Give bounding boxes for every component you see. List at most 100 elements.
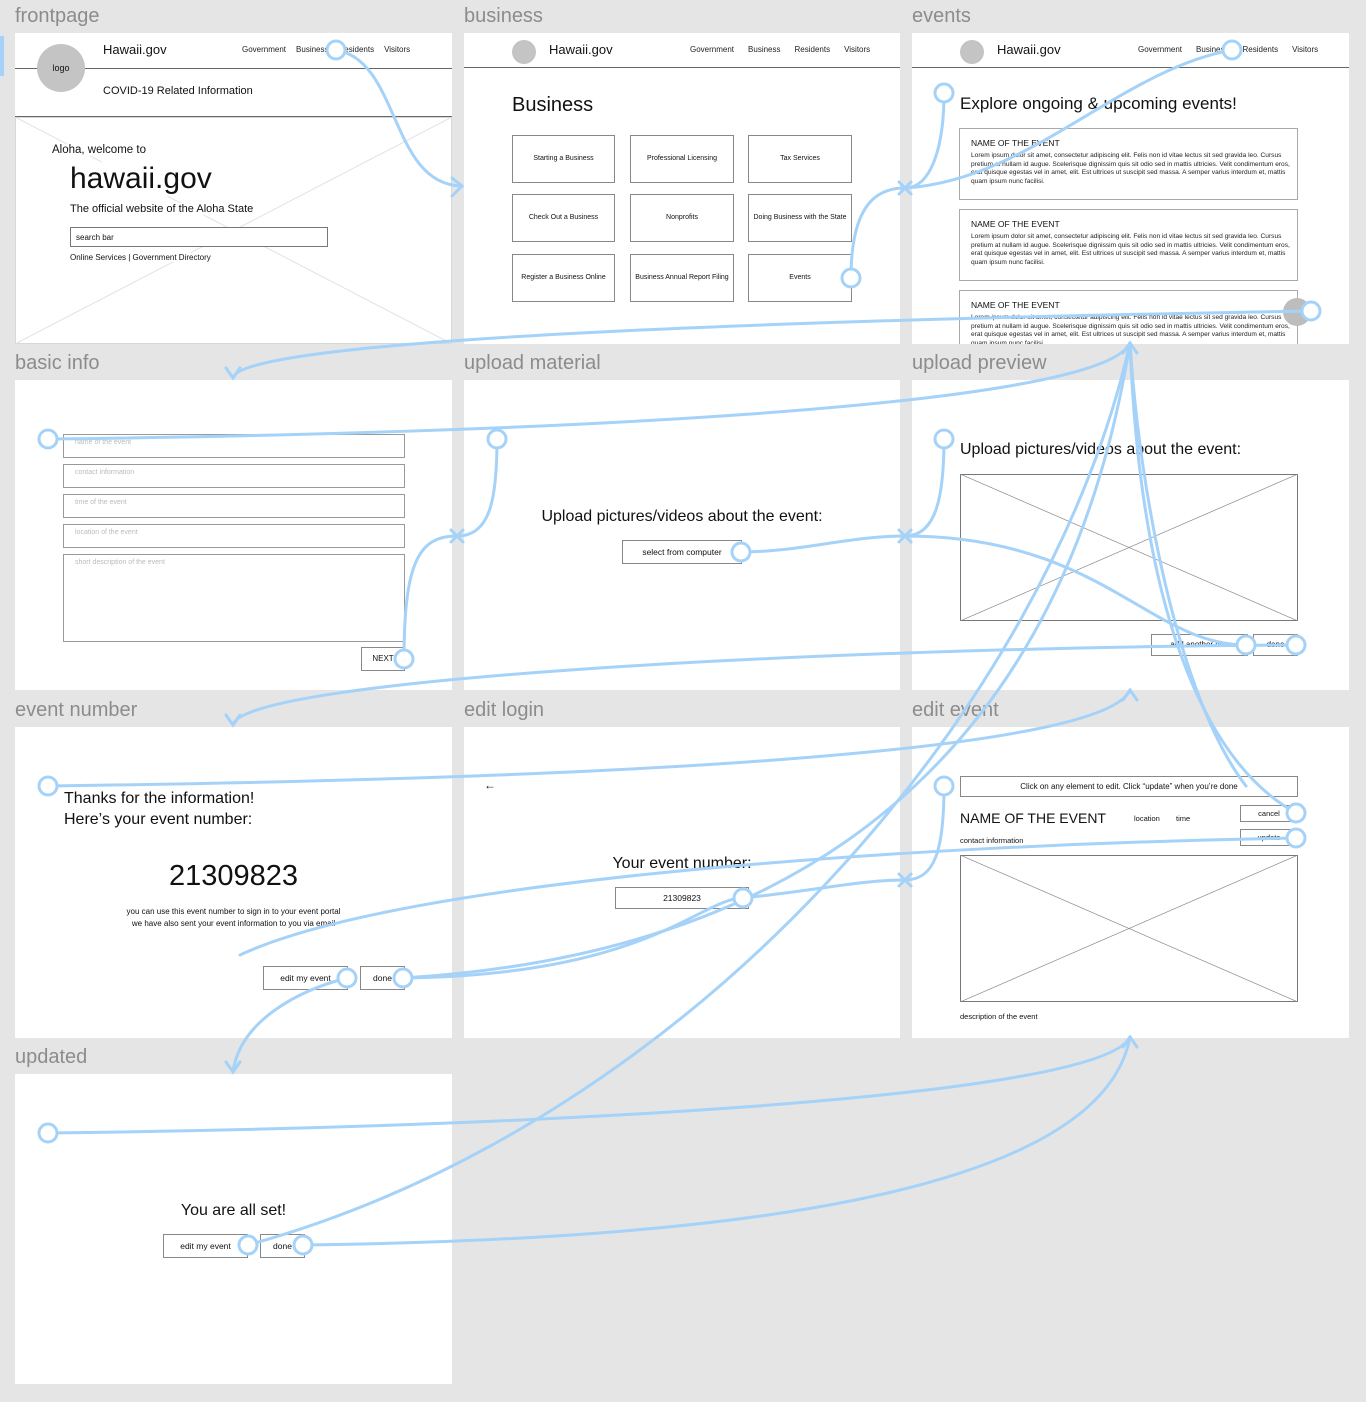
frame-basic-info: name of the event contact information ti… <box>15 380 452 690</box>
event-description: Lorem ipsum dolor sit amet, consectetur … <box>971 152 1290 185</box>
nav-visitors[interactable]: Visitors <box>1292 45 1318 54</box>
back-arrow-icon[interactable]: ← <box>484 778 496 792</box>
search-input[interactable]: search bar <box>70 227 328 247</box>
contact-field[interactable]: contact information <box>63 464 405 488</box>
event-description: Lorem ipsum dolor sit amet, consectetur … <box>971 233 1290 266</box>
upload-prompt: Upload pictures/videos about the event: <box>960 441 1242 458</box>
arrowhead <box>450 176 465 198</box>
frame-updated: You are all set! edit my event done <box>15 1074 452 1384</box>
tile-register-business[interactable]: Register a Business Online <box>512 254 615 302</box>
tile-check-out-business[interactable]: Check Out a Business <box>512 194 615 242</box>
logo[interactable]: logo <box>37 44 85 92</box>
frame-events: Hawaii.gov Government Business Residents… <box>912 33 1349 344</box>
tile-events[interactable]: Events <box>748 254 852 302</box>
note-line-1: you can use this event number to sign in… <box>126 907 341 916</box>
frame-business: Hawaii.gov Government Business Residents… <box>464 33 900 344</box>
event-name[interactable]: NAME OF THE EVENT <box>960 810 1106 826</box>
done-button[interactable]: done <box>1253 634 1298 656</box>
add-another-button[interactable]: add another one <box>1151 634 1248 656</box>
frame-label-basic-info: basic info <box>15 352 100 374</box>
frame-label-event-number: event number <box>15 699 138 721</box>
nav-business[interactable]: Business <box>1196 45 1228 54</box>
description-field[interactable]: short description of the event <box>63 554 405 642</box>
arrowhead <box>224 366 242 381</box>
cross-marker <box>897 180 913 196</box>
login-prompt: Your event number: <box>612 855 752 872</box>
site-title: hawaii.gov <box>70 162 212 196</box>
covid-link[interactable]: COVID-19 Related Information <box>103 85 253 97</box>
nav-residents[interactable]: Residents <box>1243 45 1279 54</box>
cross-marker <box>897 528 913 544</box>
thanks-line-1: Thanks for the information! <box>64 790 255 807</box>
event-card[interactable]: NAME OF THE EVENT Lorem ipsum dolor sit … <box>959 128 1298 200</box>
event-description[interactable]: description of the event <box>960 1012 1038 1021</box>
brand[interactable]: Hawaii.gov <box>103 42 167 57</box>
edit-hint: Click on any element to edit. Click “upd… <box>960 776 1298 797</box>
nav-government[interactable]: Government <box>242 45 286 54</box>
frame-label-updated: updated <box>15 1046 88 1068</box>
event-description: Lorem ipsum dolor sit amet, consectetur … <box>971 314 1290 344</box>
event-card[interactable]: NAME OF THE EVENT Lorem ipsum dolor sit … <box>959 209 1298 281</box>
tile-nonprofits[interactable]: Nonprofits <box>630 194 734 242</box>
frame-edit-login: ← Your event number: 21309823 <box>464 727 900 1038</box>
event-time[interactable]: time <box>1176 814 1190 823</box>
arrowhead <box>1121 1034 1139 1049</box>
arrowhead <box>224 713 242 728</box>
nav-menu: Government Business Residents Visitors <box>242 45 410 54</box>
update-button[interactable]: update <box>1240 829 1298 846</box>
event-name-field[interactable]: name of the event <box>63 434 405 458</box>
time-field[interactable]: time of the event <box>63 494 405 518</box>
add-event-button[interactable] <box>1283 298 1311 326</box>
cross-marker <box>897 872 913 888</box>
tile-professional-licensing[interactable]: Professional Licensing <box>630 135 734 183</box>
welcome-text: Aloha, welcome to <box>52 144 146 156</box>
frame-label-frontpage: frontpage <box>15 5 100 27</box>
nav-residents[interactable]: Residents <box>339 45 375 54</box>
page-title: Business <box>512 94 594 116</box>
contact-information[interactable]: contact information <box>960 836 1023 845</box>
brand[interactable]: Hawaii.gov <box>997 42 1061 57</box>
logo[interactable] <box>960 40 984 64</box>
event-name: NAME OF THE EVENT <box>971 300 1060 310</box>
tile-starting-business[interactable]: Starting a Business <box>512 135 615 183</box>
logo[interactable] <box>512 40 536 64</box>
nav-visitors[interactable]: Visitors <box>384 45 410 54</box>
frame-upload-preview: Upload pictures/videos about the event: … <box>912 380 1349 690</box>
tile-tax-services[interactable]: Tax Services <box>748 135 852 183</box>
frame-label-upload-material: upload material <box>464 352 601 374</box>
service-links[interactable]: Online Services | Government Directory <box>70 253 211 262</box>
selection-edge <box>0 36 4 76</box>
nav-menu: Government Business Residents Visitors <box>1138 45 1318 54</box>
tile-annual-report[interactable]: Business Annual Report Filing <box>630 254 734 302</box>
edit-my-event-button[interactable]: edit my event <box>263 966 348 990</box>
arrowhead <box>1121 687 1139 702</box>
cross-marker <box>449 528 465 544</box>
frame-label-business: business <box>464 5 543 27</box>
select-from-computer-button[interactable]: select from computer <box>622 540 742 564</box>
location-field[interactable]: location of the event <box>63 524 405 548</box>
event-location[interactable]: location <box>1134 814 1160 823</box>
media-preview <box>960 474 1298 621</box>
brand[interactable]: Hawaii.gov <box>549 42 613 57</box>
edit-my-event-button[interactable]: edit my event <box>163 1234 248 1258</box>
nav-business[interactable]: Business <box>748 45 780 54</box>
media-preview[interactable] <box>960 855 1298 1002</box>
event-number-input[interactable]: 21309823 <box>615 887 749 909</box>
nav-visitors[interactable]: Visitors <box>844 45 870 54</box>
cancel-button[interactable]: cancel <box>1240 805 1298 822</box>
page-title: Explore ongoing & upcoming events! <box>960 94 1237 113</box>
frame-label-events: events <box>912 5 971 27</box>
arrowhead <box>224 1060 242 1075</box>
done-button[interactable]: done <box>360 966 405 990</box>
frame-event-number: Thanks for the information! Here’s your … <box>15 727 452 1038</box>
event-card[interactable]: NAME OF THE EVENT Lorem ipsum dolor sit … <box>959 290 1298 344</box>
nav-business[interactable]: Business <box>296 45 328 54</box>
frame-frontpage: logo Hawaii.gov Government Business Resi… <box>15 33 452 344</box>
tile-doing-business[interactable]: Doing Business with the State <box>748 194 852 242</box>
done-button[interactable]: done <box>260 1234 305 1258</box>
event-name: NAME OF THE EVENT <box>971 138 1060 148</box>
nav-residents[interactable]: Residents <box>795 45 831 54</box>
nav-government[interactable]: Government <box>690 45 734 54</box>
nav-government[interactable]: Government <box>1138 45 1182 54</box>
next-button[interactable]: NEXT <box>361 647 405 671</box>
